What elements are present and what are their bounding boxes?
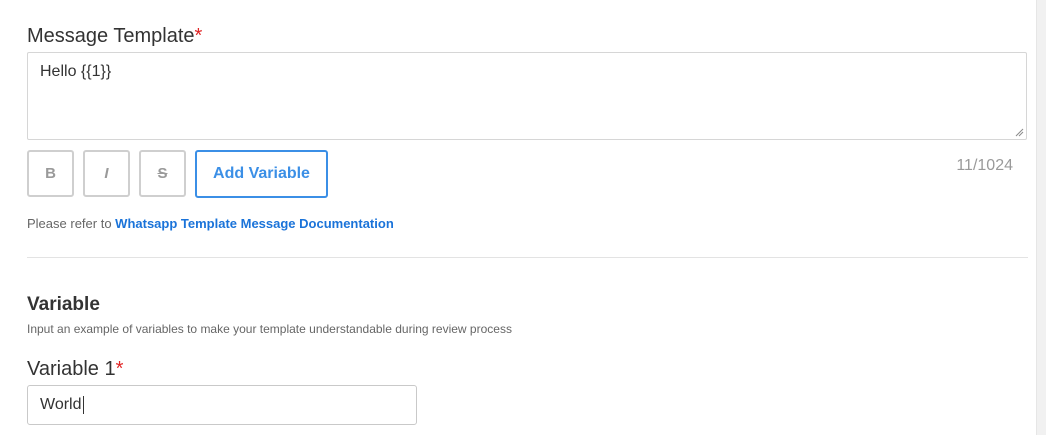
reference-prefix: Please refer to — [27, 216, 112, 231]
required-mark: * — [115, 358, 124, 380]
required-mark: * — [194, 25, 203, 47]
italic-button[interactable]: I — [83, 150, 130, 197]
variable-section-description: Input an example of variables to make yo… — [27, 322, 512, 336]
scrollbar-track[interactable] — [1036, 0, 1046, 435]
message-template-label-text: Message Template — [27, 25, 195, 47]
resize-handle-icon[interactable] — [1015, 128, 1024, 137]
documentation-link[interactable]: Whatsapp Template Message Documentation — [115, 216, 394, 231]
variable-1-label-text: Variable 1 — [27, 358, 116, 380]
text-caret — [82, 396, 84, 414]
message-template-label: Message Template* — [27, 25, 202, 48]
bold-button[interactable]: B — [27, 150, 74, 197]
variable-1-input[interactable]: World — [27, 385, 417, 425]
reference-note: Please refer to Whatsapp Template Messag… — [27, 216, 394, 231]
message-template-form: Message Template* Hello {{1}} B I S Add … — [0, 0, 1046, 435]
variable-section-title: Variable — [27, 294, 100, 315]
message-template-value: Hello {{1}} — [40, 63, 112, 80]
variable-1-label: Variable 1* — [27, 358, 123, 381]
add-variable-button[interactable]: Add Variable — [195, 150, 328, 198]
strikethrough-button[interactable]: S — [139, 150, 186, 197]
section-divider — [27, 257, 1028, 258]
character-count: 11/1024 — [956, 157, 1013, 174]
message-template-textarea[interactable]: Hello {{1}} — [27, 52, 1027, 140]
variable-1-value: World — [40, 396, 82, 413]
